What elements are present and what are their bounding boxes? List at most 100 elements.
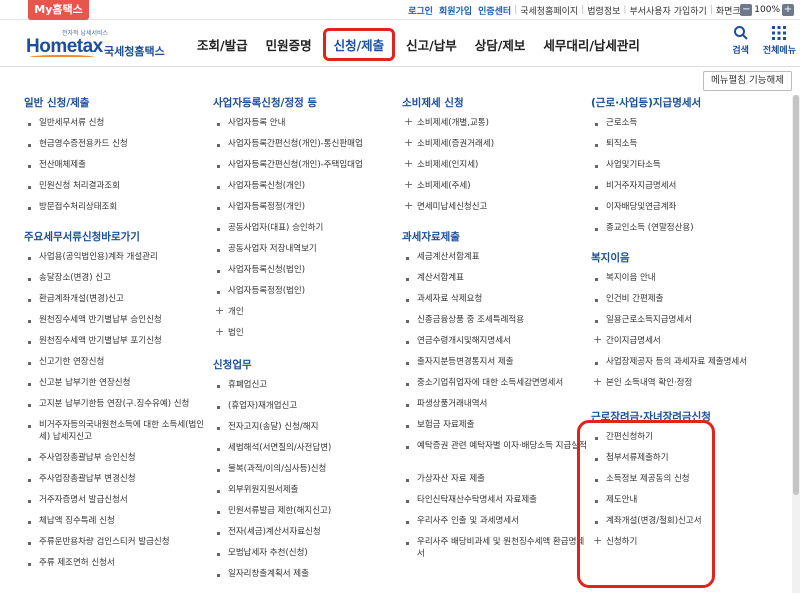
menu-item[interactable]: 현금영수증전용카드 신청 (24, 134, 209, 155)
hometax-logo[interactable]: 전자적 납세서비스 Hometax 국세청홈택스 (24, 27, 174, 61)
menu-item-expandable[interactable]: 소비제세(개별,교통) (402, 113, 587, 134)
nav-inquiry-issue[interactable]: 조회/발급 (188, 35, 257, 54)
menu-item[interactable]: 근로소득 (591, 113, 781, 134)
nav-civil-certificate[interactable]: 민원증명 (257, 35, 321, 54)
menu-item-expandable[interactable]: 소비제세(주세) (402, 176, 587, 197)
menu-item[interactable]: 사업자등록간편신청(개인)-통신판매업 (213, 134, 398, 155)
menu-item[interactable]: 출자지분등변경통지서 제출 (402, 352, 587, 373)
menu-item[interactable]: 원천징수세액 반기별납부 승인신청 (24, 310, 209, 331)
menu-item[interactable]: 파생상품거래내역서 (402, 394, 587, 415)
menu-item[interactable]: 연금수령개시및해지명세서 (402, 331, 587, 352)
nav-application-submission[interactable]: 신청/제출 (322, 27, 396, 61)
zoom-out-button[interactable]: − (740, 4, 753, 16)
menu-item[interactable]: 불복(과적/이의/심사등)신청 (213, 459, 398, 480)
menu-item[interactable]: 주사업장총괄납부 변경신청 (24, 469, 209, 490)
menu-item[interactable]: 전산매체제출 (24, 155, 209, 176)
menu-item[interactable]: 중소기업취업자에 대한 소득세감면명세서 (402, 373, 587, 394)
menu-item[interactable]: 일용근로소득지급명세서 (591, 310, 781, 331)
menu-item[interactable]: 주사업장총괄납부 승인신청 (24, 448, 209, 469)
menu-item[interactable]: 휴폐업신고 (213, 375, 398, 396)
zoom-in-button[interactable]: + (782, 4, 794, 16)
signup-link[interactable]: 회원가입 (436, 4, 475, 17)
menu-item[interactable]: 전자고지(송달) 신청/해지 (213, 417, 398, 438)
menu-item[interactable]: 사업자등록정정(법인) (213, 281, 398, 302)
section-title[interactable]: (근로·사업등)지급명세서 (591, 96, 781, 111)
law-info-link[interactable]: 법령정보 (584, 4, 623, 17)
menu-item[interactable]: 송달장소(변경) 신고 (24, 268, 209, 289)
menu-item[interactable]: 우리사주 인출 및 과세명세서 (402, 511, 587, 532)
menu-item[interactable]: (휴업자)재개업신고 (213, 396, 398, 417)
menu-item[interactable]: 원천징수세액 반기별납부 포기신청 (24, 331, 209, 352)
section-title[interactable]: 복지이음 (591, 251, 781, 266)
menu-item[interactable]: 인건비 간편제출 (591, 289, 781, 310)
menu-item[interactable]: 예탁증권 관련 예탁자별 이자·배당소득 지급실적 (402, 436, 587, 469)
search-button[interactable]: 검색 (732, 25, 749, 56)
menu-item[interactable]: 세법해석(서면질의/사전답변) (213, 438, 398, 459)
menu-item[interactable]: 보험금 자료제출 (402, 415, 587, 436)
menu-item[interactable]: 퇴직소득 (591, 134, 781, 155)
menu-item[interactable]: 사업자등록간편신청(개인)-주택임대업 (213, 155, 398, 176)
menu-item[interactable]: 사업자등록정정(개인) (213, 197, 398, 218)
menu-item[interactable]: 거주자증명서 발급신청서 (24, 490, 209, 511)
nav-report-payment[interactable]: 신고/납부 (397, 35, 466, 54)
menu-item[interactable]: 주류 제조면허 신청서 (24, 553, 209, 574)
menu-item[interactable]: 사업자등록신청(개인) (213, 176, 398, 197)
menu-item[interactable]: 신고분 납부기한 연장신청 (24, 373, 209, 394)
dept-user-signup-link[interactable]: 부서사용자 가입하기 (626, 4, 709, 17)
menu-item[interactable]: 주류운반용차량 검인스티커 발급신청 (24, 532, 209, 553)
section-title[interactable]: 과세자료제출 (402, 230, 587, 245)
menu-item[interactable]: 공동사업자(대표) 승인하기 (213, 218, 398, 239)
menu-item[interactable]: 사업자등록신청(법인) (213, 260, 398, 281)
menu-item[interactable]: 민원신청 처리결과조회 (24, 176, 209, 197)
section-title[interactable]: 사업자등록신청/정정 등 (213, 96, 398, 111)
menu-item-expandable[interactable]: 소비제세(증권거래세) (402, 134, 587, 155)
menu-item-expandable[interactable]: 법인 (213, 323, 398, 344)
section-title[interactable]: 주요세무서류신청바로가기 (24, 230, 209, 245)
menu-item[interactable]: 사업용(공익법인용)계좌 개설관리 (24, 247, 209, 268)
menu-item-expandable[interactable]: 소비제세(인지세) (402, 155, 587, 176)
menu-item[interactable]: 일자리창출계획서 제출 (213, 564, 398, 585)
menu-item[interactable]: 민원서류발급 제한(해지신고) (213, 501, 398, 522)
menu-expand-toggle-button[interactable]: 메뉴펼침 기능해제 (703, 71, 792, 91)
nav-tax-agent[interactable]: 세무대리/납세관리 (534, 35, 649, 54)
cert-center-link[interactable]: 인증센터 (475, 4, 514, 17)
menu-item[interactable]: 전자(세금)계산서자료신청 (213, 522, 398, 543)
menu-item-expandable[interactable]: 면세미납세신청신고 (402, 197, 587, 218)
nts-homepage-link[interactable]: 국세청홈페이지 (517, 4, 581, 17)
menu-item[interactable]: 방문접수처리상태조회 (24, 197, 209, 218)
menu-item[interactable]: 복지이음 안내 (591, 268, 781, 289)
menu-item[interactable]: 사업장제공자 등의 과세자료 제출명세서 (591, 352, 781, 373)
menu-item[interactable]: 비거주자지급명세서 (591, 176, 781, 197)
menu-item[interactable]: 모범납세자 추천(신청) (213, 543, 398, 564)
menu-item[interactable]: 우리사주 배당비과세 및 원천징수세액 환급명세서 (402, 532, 587, 565)
all-menu-button[interactable]: 전체메뉴 (763, 25, 796, 56)
menu-item[interactable]: 신고기한 연장신청 (24, 352, 209, 373)
menu-item[interactable]: 가상자산 자료 제출 (402, 469, 587, 490)
menu-item[interactable]: 일반세무서류 신청 (24, 113, 209, 134)
menu-item[interactable]: 고지분 납부기한등 연장(구.징수유예) 신청 (24, 394, 209, 415)
menu-item[interactable]: 공동사업자 저장내역보기 (213, 239, 398, 260)
my-hometax-tab[interactable]: My홈택스 (28, 0, 89, 20)
menu-item[interactable]: 비거주자등의국내원천소득에 대한 소득세(법인세) 납세지신고 (24, 415, 209, 448)
login-link[interactable]: 로그인 (405, 4, 436, 17)
menu-item[interactable]: 체납액 징수특례 신청 (24, 511, 209, 532)
menu-item-expandable[interactable]: 간이지급명세서 (591, 331, 781, 352)
menu-item[interactable]: 이자배당및연금계좌 (591, 197, 781, 218)
menu-item[interactable]: 타인신탁재산수탁명세서 자료제출 (402, 490, 587, 511)
menu-item[interactable]: 계산서합계표 (402, 268, 587, 289)
menu-item-expandable[interactable]: 개인 (213, 302, 398, 323)
menu-item[interactable]: 종교인소득 (연말정산용) (591, 218, 781, 239)
menu-item[interactable]: 사업및기타소득 (591, 155, 781, 176)
scrollbar-thumb[interactable] (793, 95, 799, 495)
menu-item[interactable]: 신종금융상품 중 조세특례적용 (402, 310, 587, 331)
menu-item[interactable]: 사업자등록 안내 (213, 113, 398, 134)
menu-item[interactable]: 과세자료 삭제요청 (402, 289, 587, 310)
section-title[interactable]: 일반 신청/제출 (24, 96, 209, 111)
menu-item-expandable[interactable]: 본인 소득내역 확인·정정 (591, 373, 781, 394)
menu-item[interactable]: 외부위원지원서제출 (213, 480, 398, 501)
vertical-scrollbar[interactable] (792, 95, 800, 593)
nav-consult-report[interactable]: 상담/제보 (466, 35, 535, 54)
menu-item[interactable]: 환급계좌개설(변경)신고 (24, 289, 209, 310)
section-title[interactable]: 소비제세 신청 (402, 96, 587, 111)
menu-item[interactable]: 세금계산서합계표 (402, 247, 587, 268)
